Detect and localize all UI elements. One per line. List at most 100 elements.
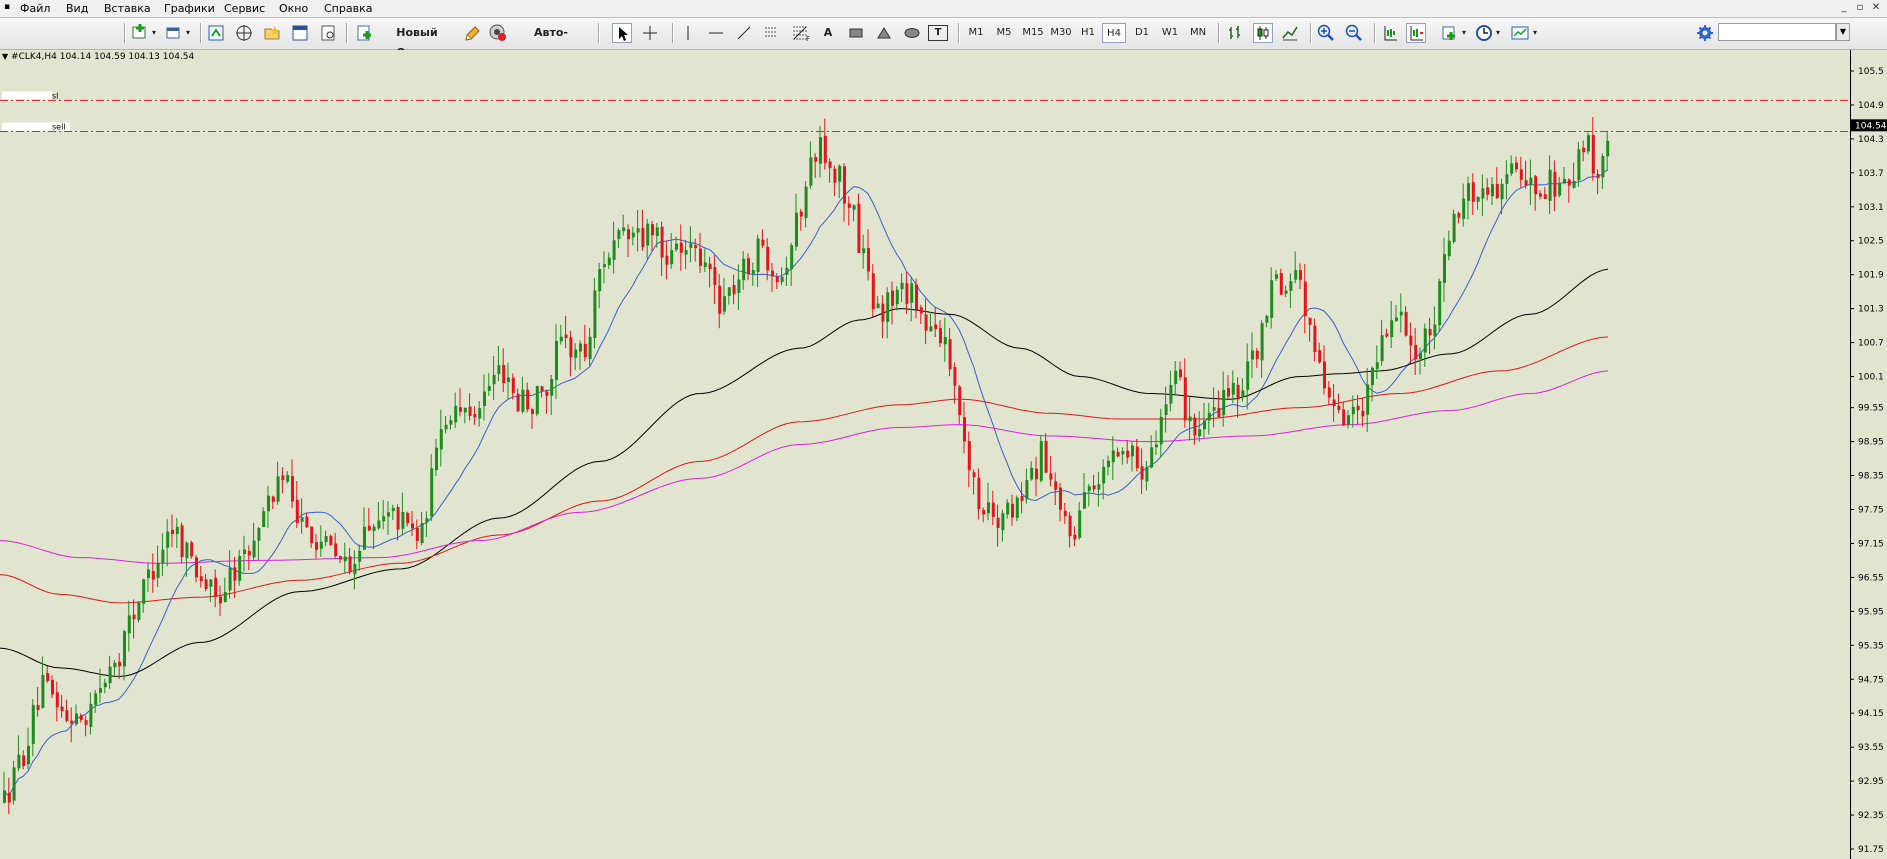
chevron-down-icon[interactable]: ▾ [150, 23, 158, 43]
price-tick-label: 100.7 [1858, 339, 1884, 349]
bear-candle [1279, 273, 1283, 295]
new-order-button[interactable]: Новый Ордер [377, 23, 457, 59]
zoom-in-icon[interactable] [1316, 23, 1336, 43]
bull-candle [103, 682, 107, 688]
bear-candle [1404, 312, 1408, 336]
bull-candle [1572, 180, 1576, 188]
bull-candle [607, 257, 611, 266]
bull-candle [1275, 274, 1278, 279]
bull-candle [387, 512, 390, 517]
close-icon[interactable]: ✕ [1869, 1, 1883, 15]
chart-canvas[interactable]: sl sell 105.5 104.9 104.3 103.7 103.1 102.5 101… [0, 50, 1887, 859]
periods-clock-icon[interactable] [1474, 23, 1494, 43]
timeframe-w1[interactable]: W1 [1158, 23, 1182, 43]
rectangle-icon[interactable] [846, 23, 866, 43]
timeframe-d1[interactable]: D1 [1130, 23, 1154, 43]
bear-candle [982, 509, 986, 515]
equidistant-channel-icon[interactable] [762, 23, 782, 43]
timeframe-m15[interactable]: M15 [1020, 23, 1046, 43]
bear-candle [1591, 134, 1595, 174]
bear-candle [1471, 182, 1475, 202]
chevron-down-icon[interactable]: ▾ [184, 23, 192, 43]
text-tool-button[interactable]: A [818, 23, 838, 43]
timeframe-mn[interactable]: MN [1186, 23, 1210, 43]
profiles-icon[interactable] [164, 23, 184, 43]
price-tick-label: 103.7 [1858, 169, 1884, 179]
timeframe-m5[interactable]: M5 [992, 23, 1016, 43]
menu-insert[interactable]: Вставка [104, 2, 151, 15]
bull-candle [1529, 177, 1533, 186]
bull-candle [1107, 460, 1110, 468]
bull-candle [1207, 412, 1211, 421]
timeframe-m30[interactable]: M30 [1048, 23, 1074, 43]
bear-candle [694, 245, 698, 249]
bull-candle [876, 303, 880, 309]
restore-icon[interactable]: ▫ [1853, 1, 1867, 15]
templates-icon[interactable] [1510, 23, 1530, 43]
menu-charts[interactable]: Графики [164, 2, 215, 15]
auto-scroll-icon[interactable] [1380, 23, 1400, 43]
strategy-tester-icon[interactable] [318, 23, 338, 43]
timeframe-h4[interactable]: H4 [1102, 23, 1126, 43]
chart-shift-icon[interactable] [1406, 23, 1426, 43]
bull-candle [156, 562, 160, 578]
settings-gear-icon[interactable] [1695, 23, 1715, 43]
bull-candle [1433, 324, 1437, 337]
chevron-down-icon[interactable]: ▾ [1494, 23, 1502, 43]
text-label-button[interactable]: T [928, 25, 948, 41]
data-window-icon[interactable] [234, 23, 254, 43]
bull-candle [147, 569, 150, 578]
bull-candle [1423, 328, 1427, 353]
bear-candle [1255, 350, 1259, 359]
minimize-icon[interactable]: _ [1837, 1, 1851, 15]
bear-candle [540, 386, 544, 391]
line-chart-icon[interactable] [1280, 23, 1300, 43]
meta-editor-icon[interactable] [463, 23, 483, 43]
new-order-icon[interactable] [354, 23, 374, 43]
candlestick-icon[interactable] [1253, 23, 1273, 43]
terminal-icon[interactable] [290, 23, 310, 43]
triangle-icon[interactable] [874, 23, 894, 43]
bull-candle [603, 264, 606, 268]
ellipse-icon[interactable] [902, 23, 922, 43]
bear-candle [295, 499, 299, 524]
timeframe-m1[interactable]: M1 [964, 23, 988, 43]
bull-candle [1351, 406, 1355, 415]
new-chart-icon[interactable] [130, 23, 150, 43]
bull-candle [780, 276, 784, 283]
trendline-icon[interactable] [734, 23, 754, 43]
menu-window[interactable]: Окно [279, 2, 308, 15]
zoom-out-icon[interactable] [1344, 23, 1364, 43]
bear-candle [583, 343, 587, 358]
indicators-icon[interactable] [1440, 23, 1460, 43]
bull-candle [636, 228, 640, 233]
chevron-down-icon[interactable]: ▼ [1836, 23, 1850, 41]
bear-candle [526, 389, 530, 410]
autotrading-button[interactable]: Авто-торговля [510, 23, 592, 59]
bear-candle [651, 224, 654, 236]
bull-candle [228, 567, 232, 591]
horizontal-line-icon[interactable] [706, 23, 726, 43]
price-tick-label: 100.1 [1858, 373, 1884, 383]
bear-candle [348, 556, 352, 573]
crosshair-icon[interactable] [640, 23, 660, 43]
cursor-icon[interactable] [612, 23, 632, 43]
collapse-triangle-icon[interactable]: ▼ [2, 52, 8, 61]
price-chart[interactable]: sl sell 105.5 104.9 104.3 103.7 103.1 102.5 101… [0, 50, 1887, 859]
bull-candle [478, 408, 482, 419]
menu-file[interactable]: Файл [20, 2, 50, 15]
menu-system-icon[interactable]: ▪ [4, 2, 10, 12]
chevron-down-icon[interactable]: ▾ [1531, 23, 1539, 43]
search-input[interactable] [1718, 23, 1836, 41]
menu-tools[interactable]: Сервис [224, 2, 265, 15]
menu-help[interactable]: Справка [324, 2, 372, 15]
bar-chart-icon[interactable] [1225, 23, 1245, 43]
chevron-down-icon[interactable]: ▾ [1460, 23, 1468, 43]
vertical-line-icon[interactable] [678, 23, 698, 43]
menu-view[interactable]: Вид [66, 2, 88, 15]
market-watch-icon[interactable] [206, 23, 226, 43]
bear-candle [339, 556, 342, 560]
autotrading-icon[interactable] [488, 23, 508, 43]
timeframe-h1[interactable]: H1 [1076, 23, 1100, 43]
navigator-icon[interactable] [262, 23, 282, 43]
